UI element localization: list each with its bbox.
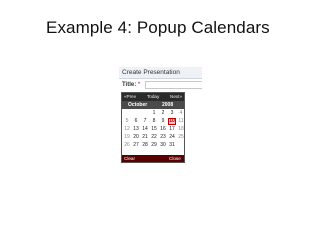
calendar-week-row: 19 20 21 22 23 24 25 — [122, 134, 184, 142]
calendar-day[interactable]: 18 — [177, 126, 185, 133]
calendar-day[interactable]: 17 — [168, 126, 176, 133]
calendar-day[interactable]: 9 — [159, 118, 167, 125]
calendar-day[interactable]: 21 — [141, 134, 149, 141]
app-screenshot: Create Presentation Title: * «Prev Today… — [119, 67, 202, 163]
calendar-week-row: 12 13 14 15 16 17 18 — [122, 126, 184, 134]
calendar-day[interactable]: 20 — [132, 134, 140, 141]
calendar-day[interactable]: 5 — [123, 118, 131, 125]
calendar-week-row: 5 6 7 8 9 10 11 — [122, 118, 184, 126]
calendar-day[interactable]: 28 — [141, 142, 149, 149]
calendar-day[interactable]: 7 — [141, 118, 149, 125]
calendar-nav: «Prev Today Next» — [122, 93, 184, 101]
calendar-day[interactable]: 15 — [150, 126, 158, 133]
calendar-day[interactable]: 1 — [150, 110, 158, 117]
calendar-day[interactable]: 12 — [123, 126, 131, 133]
calendar-day[interactable]: 22 — [150, 134, 158, 141]
calendar-day[interactable]: 24 — [168, 134, 176, 141]
calendar-day[interactable]: 16 — [159, 126, 167, 133]
calendar-day[interactable]: 23 — [159, 134, 167, 141]
calendar-day[interactable]: 8 — [150, 118, 158, 125]
close-button[interactable]: Close — [169, 155, 181, 162]
calendar-day[interactable]: 3 — [168, 110, 176, 117]
calendar-day[interactable]: 2 — [159, 110, 167, 117]
clear-button[interactable]: Clear — [124, 155, 135, 162]
calendar-day[interactable]: 26 — [123, 142, 131, 149]
calendar-day[interactable]: 19 — [123, 134, 131, 141]
calendar-day-today[interactable]: 10 — [168, 118, 176, 125]
calendar-day[interactable]: 27 — [132, 142, 140, 149]
title-input[interactable] — [145, 81, 202, 89]
calendar-week-row: 26 27 28 29 30 31 — [122, 142, 184, 150]
calendar-day[interactable]: 14 — [141, 126, 149, 133]
calendar-day[interactable]: 31 — [168, 142, 176, 149]
calendar-day[interactable]: 13 — [132, 126, 140, 133]
year-label[interactable]: 2008 — [162, 101, 173, 109]
today-button[interactable]: Today — [147, 93, 159, 101]
calendar-day[interactable]: 4 — [177, 110, 185, 117]
next-month-button[interactable]: Next» — [170, 93, 182, 101]
required-mark: * — [137, 82, 141, 88]
calendar-month-header: October 2008 — [122, 101, 184, 109]
month-label[interactable]: October — [128, 101, 147, 109]
calendar-day[interactable]: 25 — [177, 134, 185, 141]
calendar-footer: Clear Close — [122, 155, 184, 162]
title-field-label: Title: * — [122, 81, 140, 89]
prev-month-button[interactable]: «Prev — [124, 93, 136, 101]
calendar-day[interactable]: 6 — [132, 118, 140, 125]
page-header: Create Presentation — [119, 67, 202, 79]
calendar-day[interactable]: 29 — [150, 142, 158, 149]
calendar-week-row: 1234 — [122, 110, 184, 118]
slide-title: Example 4: Popup Calendars — [46, 18, 270, 37]
popup-calendar: «Prev Today Next» October 2008 123456789… — [121, 92, 185, 163]
title-label: Title: — [122, 82, 137, 88]
calendar-grid: 1 2 3 4 5 6 7 8 9 10 11 12 13 14 15 16 17 18 19 20 21 22 23 24 2… — [122, 110, 184, 150]
calendar-day[interactable]: 11 — [177, 118, 185, 125]
calendar-day[interactable]: 30 — [159, 142, 167, 149]
